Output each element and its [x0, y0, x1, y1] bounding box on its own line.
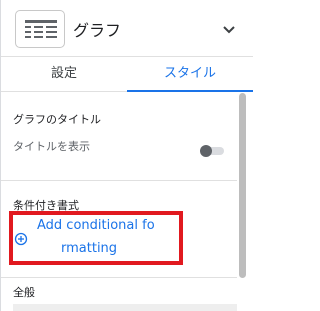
section-divider — [1, 180, 237, 181]
panel-title: グラフ — [73, 21, 122, 40]
show-title-toggle[interactable] — [200, 145, 226, 157]
general-section-strip — [13, 304, 237, 311]
add-circle-icon — [14, 231, 28, 250]
active-tab-indicator — [127, 90, 253, 92]
scrollbar[interactable] — [239, 93, 249, 311]
chart-style-panel: グラフ 設定 スタイル グラフのタイトル タイトルを表示 条件付き書式 Add … — [0, 0, 253, 311]
tab-style[interactable]: スタイル — [127, 57, 253, 93]
toggle-knob — [200, 145, 212, 157]
scrollbar-thumb[interactable] — [239, 93, 246, 278]
chevron-down-icon[interactable] — [222, 20, 236, 39]
tab-setup[interactable]: 設定 — [1, 57, 127, 93]
chart-title-heading: グラフのタイトル — [13, 113, 101, 126]
show-title-label: タイトルを表示 — [13, 140, 90, 153]
section-divider — [1, 277, 237, 278]
tab-bar: 設定 スタイル — [1, 56, 253, 92]
chart-table-icon[interactable] — [15, 10, 65, 48]
add-conditional-formatting-label-1: Add conditional fo — [37, 218, 155, 233]
add-conditional-formatting-button[interactable]: Add conditional fo rmatting — [9, 211, 183, 265]
general-heading[interactable]: 全般 — [13, 284, 35, 300]
panel-header: グラフ — [1, 0, 253, 56]
add-conditional-formatting-label-2: rmatting — [61, 241, 118, 256]
